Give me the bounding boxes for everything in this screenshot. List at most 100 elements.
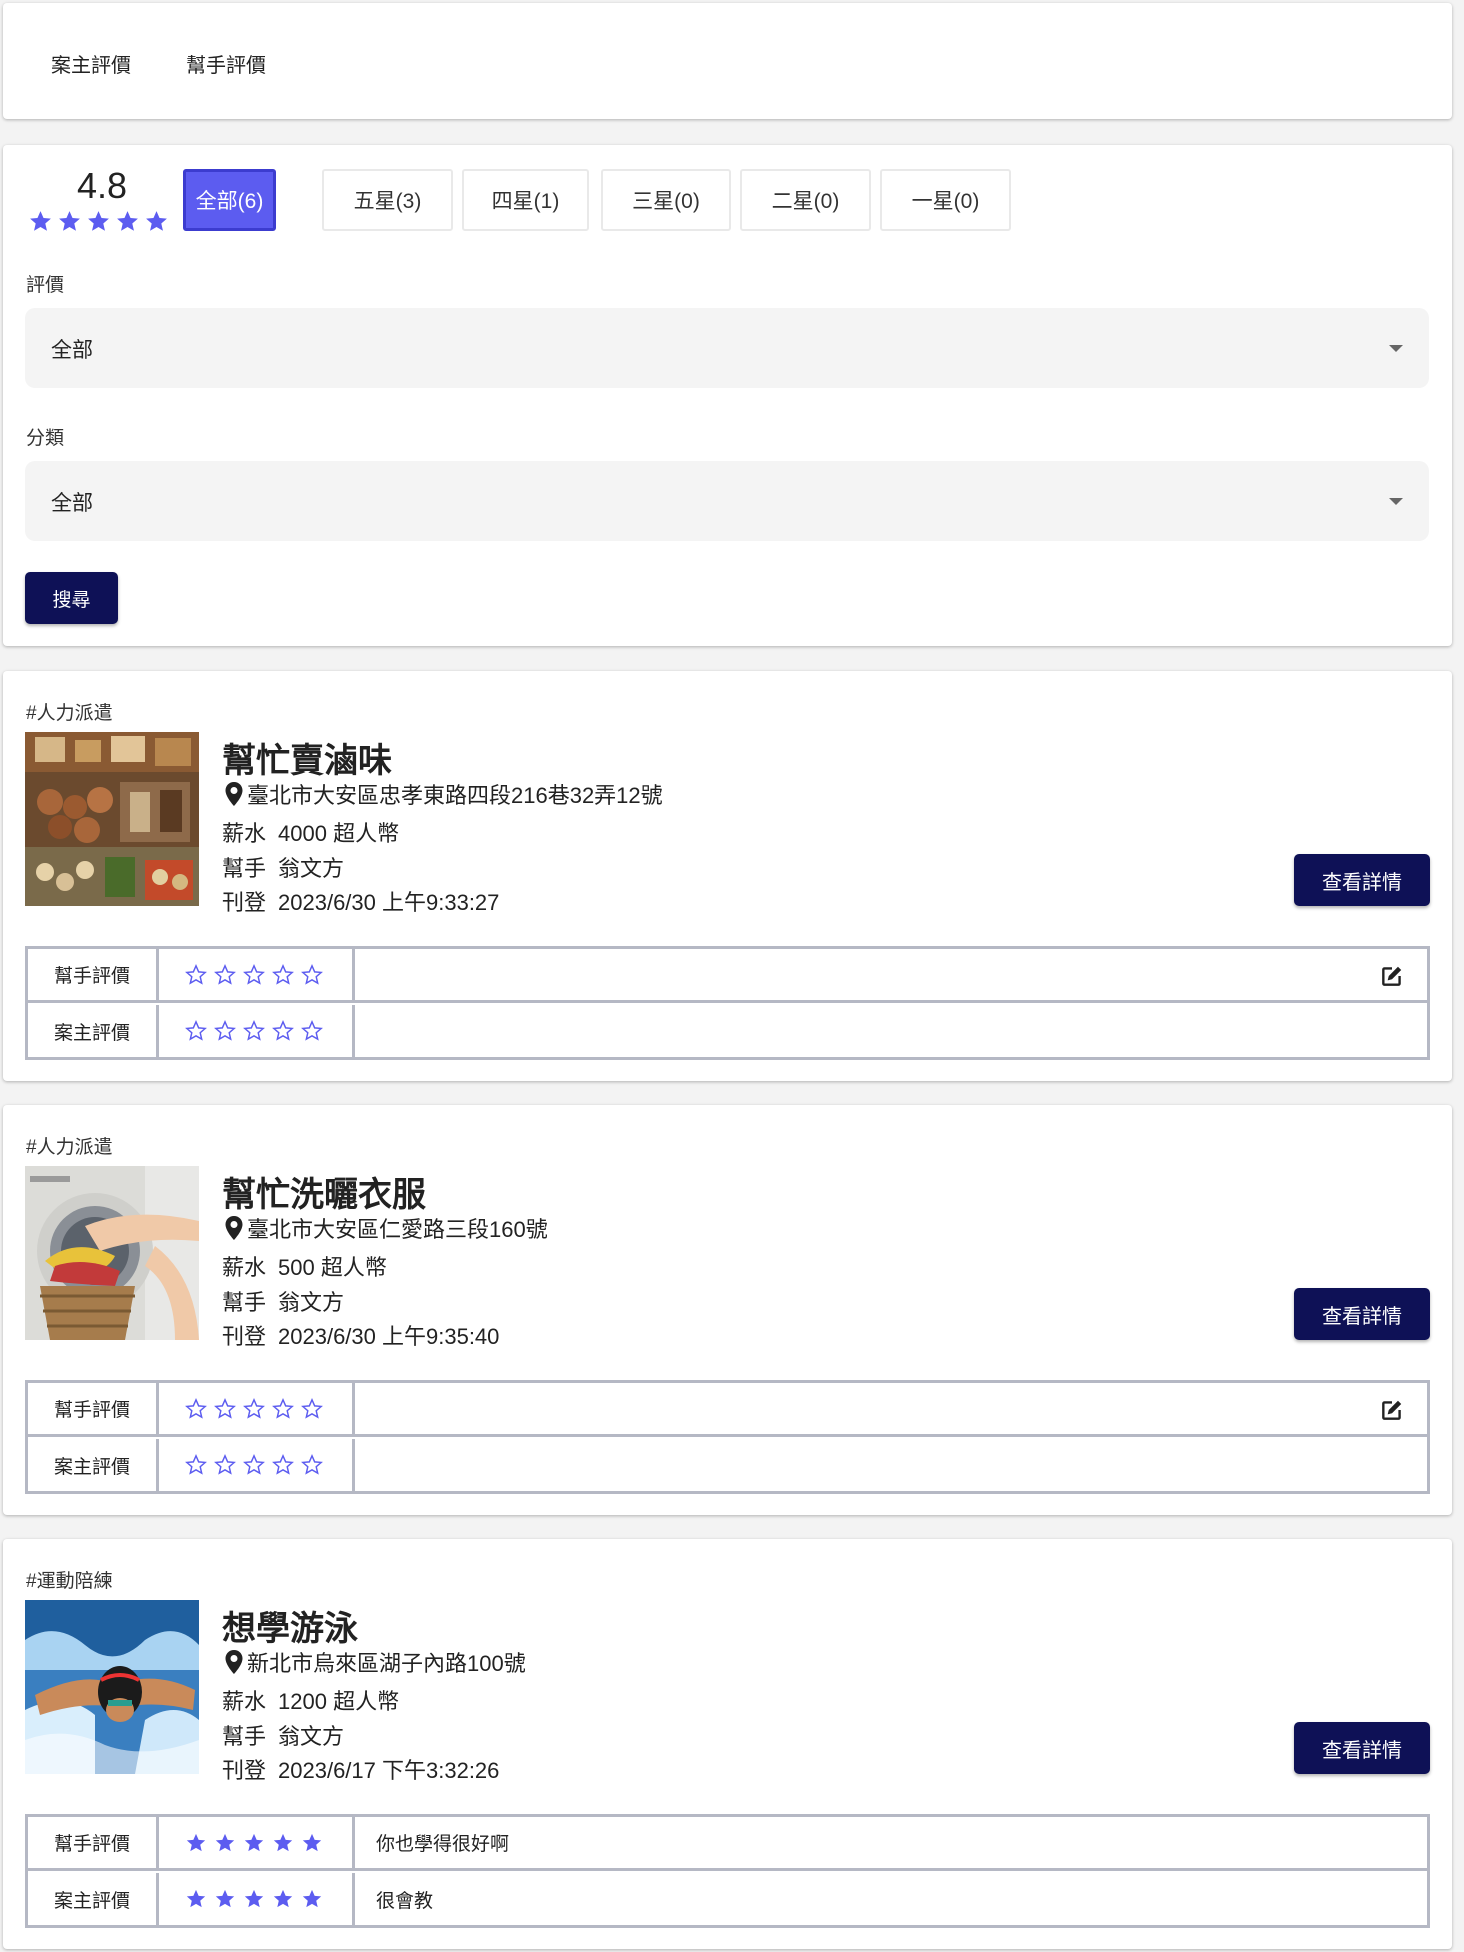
job-address-text: 臺北市大安區仁愛路三段160號 — [247, 1217, 548, 1242]
rating-select[interactable]: 全部 — [25, 308, 1429, 388]
rating-field-label: 評價 — [26, 275, 65, 296]
edit-icon[interactable] — [1379, 963, 1405, 989]
filter-panel: 4.8 全部(6) 五星(3) 四星(1) 三星(0) 二星(0) 一星(0) … — [3, 145, 1452, 646]
star-outline-icon — [301, 1020, 323, 1041]
star-outline-icon — [214, 1020, 236, 1041]
location-pin-icon — [225, 1650, 243, 1674]
filter-all-button[interactable]: 全部(6) — [183, 169, 276, 231]
job-address: 臺北市大安區仁愛路三段160號 — [224, 1212, 548, 1244]
filter-two-star-button[interactable]: 二星(0) — [740, 169, 871, 231]
star-outline-icon — [243, 1397, 265, 1419]
star-filled-icon — [273, 1833, 293, 1851]
filter-one-star-button[interactable]: 一星(0) — [880, 169, 1011, 231]
rating-select-value: 全部 — [51, 339, 93, 362]
rating-row-label: 幫手評價 — [28, 1817, 159, 1868]
job-salary: 薪水 500 超人幣 — [222, 1255, 387, 1280]
star-outline-icon — [185, 1020, 207, 1041]
dropdown-arrow-icon — [1389, 498, 1403, 505]
star-filled-icon — [117, 211, 138, 231]
star-outline-icon — [214, 963, 236, 985]
laundry-photo — [25, 1166, 199, 1340]
star-outline-icon — [185, 1397, 207, 1419]
star-outline-icon — [185, 1454, 207, 1475]
category-select-value: 全部 — [51, 492, 93, 515]
client-rating-row: 案主評價 很會教 — [28, 1873, 1427, 1925]
star-outline-icon — [243, 1454, 265, 1475]
job-card: #人力派遣 幫忙洗曬衣服 臺北市大安區仁愛路三段160號 薪水 500 超人幣 幫… — [3, 1105, 1452, 1515]
star-rating[interactable] — [159, 1383, 355, 1434]
star-outline-icon — [301, 963, 323, 985]
rating-comment: 你也學得很好啊 — [376, 1834, 510, 1855]
filter-three-star-button[interactable]: 三星(0) — [601, 169, 731, 231]
star-filled-icon — [30, 211, 51, 231]
average-score: 4.8 — [77, 165, 128, 206]
rating-table: 幫手評價 案主評價 — [25, 1380, 1430, 1494]
star-filled-icon — [273, 1889, 293, 1908]
job-title: 想學游泳 — [222, 1610, 358, 1648]
star-filled-icon — [215, 1833, 235, 1851]
job-helper: 幫手 翁文方 — [222, 856, 345, 881]
category-select[interactable]: 全部 — [25, 461, 1429, 541]
job-category-tag: #人力派遣 — [26, 1137, 113, 1158]
job-address: 新北市烏來區湖子內路100號 — [224, 1646, 526, 1678]
star-filled-icon — [215, 1889, 235, 1908]
job-title: 幫忙洗曬衣服 — [222, 1176, 426, 1214]
job-salary: 薪水 1200 超人幣 — [222, 1689, 400, 1714]
rating-table: 幫手評價 案主評價 — [25, 946, 1430, 1060]
rating-row-label: 幫手評價 — [28, 1383, 159, 1434]
job-address-text: 新北市烏來區湖子內路100號 — [247, 1651, 526, 1676]
star-outline-icon — [272, 1397, 294, 1419]
star-filled-icon — [302, 1833, 322, 1851]
tab-client-rating[interactable]: 案主評價 — [51, 49, 131, 78]
job-helper: 幫手 翁文方 — [222, 1724, 345, 1749]
client-rating-row: 案主評價 — [28, 1439, 1427, 1491]
search-button[interactable]: 搜尋 — [25, 572, 118, 624]
star-rating — [159, 1439, 355, 1491]
star-filled-icon — [244, 1889, 264, 1908]
rating-comment: 很會教 — [376, 1890, 434, 1912]
job-card: #人力派遣 幫忙賣滷味 臺北市大安區忠孝東路四段216巷32弄12號 薪水 40… — [3, 671, 1452, 1081]
star-outline-icon — [185, 963, 207, 985]
star-outline-icon — [272, 1020, 294, 1041]
dropdown-arrow-icon — [1389, 345, 1403, 352]
rating-row-label: 案主評價 — [28, 1005, 159, 1057]
rating-table: 幫手評價 你也學得很好啊 案主評價 很會教 — [25, 1814, 1430, 1928]
star-outline-icon — [243, 1020, 265, 1041]
job-title: 幫忙賣滷味 — [222, 742, 392, 780]
filter-four-star-button[interactable]: 四星(1) — [462, 169, 589, 231]
tab-helper-rating[interactable]: 幫手評價 — [186, 49, 266, 78]
job-category-tag: #人力派遣 — [26, 703, 113, 724]
job-helper: 幫手 翁文方 — [222, 1290, 345, 1315]
star-rating[interactable] — [159, 949, 355, 1000]
job-address-text: 臺北市大安區忠孝東路四段216巷32弄12號 — [247, 783, 663, 808]
braised-food-photo — [25, 732, 199, 906]
job-salary: 薪水 4000 超人幣 — [222, 821, 400, 846]
location-pin-icon — [225, 1216, 243, 1240]
star-rating — [159, 1817, 355, 1868]
star-filled-icon — [146, 211, 167, 231]
star-filled-icon — [88, 211, 109, 231]
view-details-button[interactable]: 查看詳情 — [1294, 854, 1430, 906]
swimmer-photo — [25, 1600, 199, 1774]
job-card: #運動陪練 想學游泳 新北市烏來區湖子內路100號 薪水 1200 超人幣 幫手翁… — [3, 1539, 1452, 1949]
star-outline-icon — [301, 1454, 323, 1475]
star-outline-icon — [301, 1397, 323, 1419]
rating-row-label: 幫手評價 — [28, 949, 159, 1000]
job-posted-date: 刊登 2023/6/30 上午9:35:40 — [222, 1324, 500, 1349]
view-details-button[interactable]: 查看詳情 — [1294, 1288, 1430, 1340]
view-details-button[interactable]: 查看詳情 — [1294, 1722, 1430, 1774]
rating-row-label: 案主評價 — [28, 1439, 159, 1491]
star-filled-icon — [186, 1833, 206, 1851]
star-outline-icon — [243, 963, 265, 985]
star-rating — [159, 1005, 355, 1057]
helper-rating-row: 幫手評價 — [28, 949, 1427, 1003]
star-filled-icon — [59, 211, 80, 231]
helper-rating-row: 幫手評價 你也學得很好啊 — [28, 1817, 1427, 1871]
job-address: 臺北市大安區忠孝東路四段216巷32弄12號 — [224, 778, 663, 810]
edit-icon[interactable] — [1379, 1397, 1405, 1423]
star-filled-icon — [244, 1833, 264, 1851]
star-filled-icon — [186, 1889, 206, 1908]
client-rating-row: 案主評價 — [28, 1005, 1427, 1057]
filter-five-star-button[interactable]: 五星(3) — [322, 169, 453, 231]
rating-row-label: 案主評價 — [28, 1873, 159, 1925]
